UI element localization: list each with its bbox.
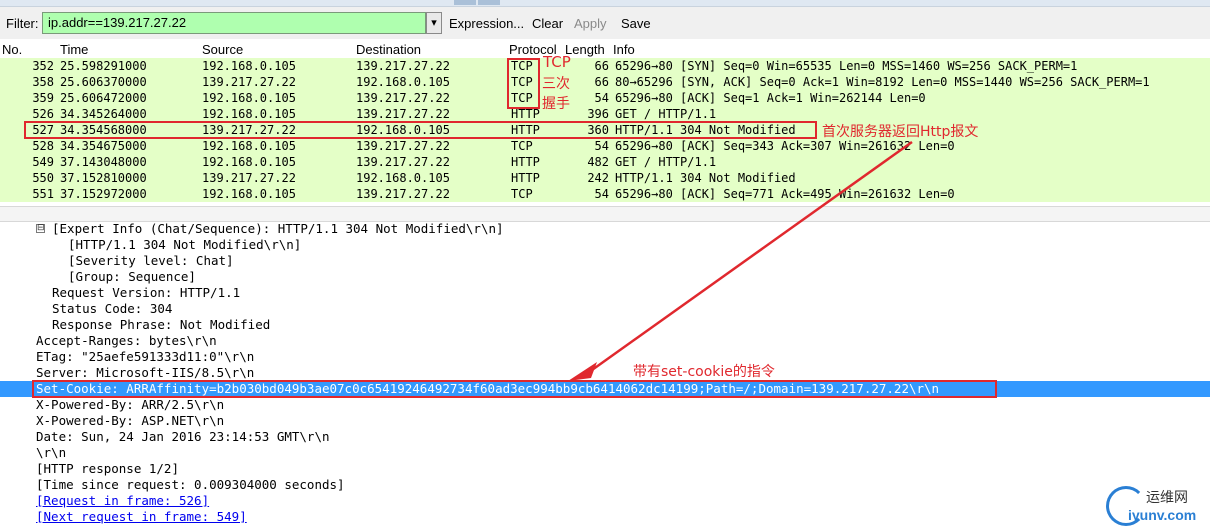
arrow-shaft (591, 140, 913, 372)
watermark-logo: 运维网 iyunv.com (1104, 484, 1210, 530)
watermark-en-text: iyunv.com (1128, 507, 1197, 523)
watermark-cn-text: 运维网 (1146, 490, 1188, 506)
arrow-head (568, 362, 597, 381)
annotation-arrow (568, 140, 913, 381)
